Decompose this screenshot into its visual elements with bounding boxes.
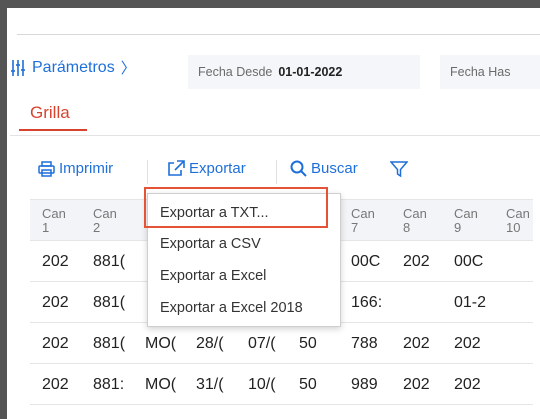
table-cell: 01-2 bbox=[454, 294, 487, 311]
exportar-button[interactable]: Exportar bbox=[167, 160, 246, 177]
table-cell: 50 bbox=[299, 376, 317, 393]
table-cell: 881( bbox=[93, 253, 126, 270]
table-cell: 202 bbox=[403, 335, 430, 352]
column-header[interactable]: Can 1 bbox=[42, 207, 66, 235]
filter-icon bbox=[390, 161, 408, 178]
table-cell: 881( bbox=[93, 335, 126, 352]
column-header[interactable]: Can 2 bbox=[93, 207, 117, 235]
table-cell: 202 bbox=[42, 335, 69, 352]
tab-divider bbox=[10, 135, 540, 136]
table-cell: 00C bbox=[454, 253, 484, 270]
fecha-desde-field[interactable]: Fecha Desde 01-01-2022 bbox=[188, 55, 420, 89]
table-cell: 881( bbox=[93, 294, 126, 311]
table-cell: 202 bbox=[454, 335, 481, 352]
column-header[interactable]: Can 10 bbox=[506, 207, 530, 235]
parametros-label: Parámetros bbox=[32, 58, 115, 76]
column-header[interactable]: Can 8 bbox=[403, 207, 427, 235]
parametros-link[interactable]: Parámetros 〉 bbox=[10, 57, 136, 78]
search-icon bbox=[290, 160, 307, 177]
table-row[interactable]: 202 881( MO( 28/( 07/( 50 788 202 202 bbox=[30, 324, 533, 364]
table-cell: 31/( bbox=[196, 376, 224, 393]
table-row[interactable]: 202 881: MO( 31/( 10/( 50 989 202 202 bbox=[30, 365, 533, 405]
table-cell: 28/( bbox=[196, 335, 224, 352]
chevron-right-icon: 〉 bbox=[120, 60, 136, 77]
fecha-hasta-label: Fecha Has bbox=[450, 65, 511, 79]
table-cell: 00C bbox=[351, 253, 381, 270]
params-bar: Parámetros 〉 Fecha Desde 01-01-2022 Fech… bbox=[10, 55, 540, 89]
tab-grilla[interactable]: Grilla bbox=[30, 103, 70, 123]
table-cell: 202 bbox=[403, 253, 430, 270]
grid-toolbar: Imprimir Exportar Buscar bbox=[30, 160, 530, 184]
table-cell: 202 bbox=[454, 376, 481, 393]
fecha-desde-label: Fecha Desde bbox=[198, 65, 273, 79]
external-link-icon bbox=[168, 160, 185, 176]
table-cell: 10/( bbox=[248, 376, 276, 393]
imprimir-button[interactable]: Imprimir bbox=[38, 160, 113, 177]
fecha-desde-value: 01-01-2022 bbox=[278, 65, 343, 79]
table-cell: 07/( bbox=[248, 335, 276, 352]
table-cell: 788 bbox=[351, 335, 378, 352]
table-cell: 202 bbox=[42, 253, 69, 270]
highlight-box bbox=[144, 187, 328, 228]
buscar-button[interactable]: Buscar bbox=[290, 160, 358, 177]
menu-item-exportar-csv[interactable]: Exportar a CSV bbox=[160, 236, 261, 252]
table-cell: MO( bbox=[145, 376, 177, 393]
filter-button[interactable] bbox=[390, 160, 412, 178]
table-cell: 202 bbox=[42, 294, 69, 311]
table-cell: 989 bbox=[351, 376, 378, 393]
menu-item-exportar-excel[interactable]: Exportar a Excel bbox=[160, 268, 266, 284]
fecha-hasta-field[interactable]: Fecha Has bbox=[440, 55, 540, 89]
table-cell: 881: bbox=[93, 376, 125, 393]
toolbar-separator bbox=[147, 160, 148, 184]
menu-item-exportar-excel-2018[interactable]: Exportar a Excel 2018 bbox=[160, 300, 303, 316]
table-cell: 166: bbox=[351, 294, 383, 311]
buscar-label: Buscar bbox=[311, 160, 358, 177]
table-cell: 50 bbox=[299, 335, 317, 352]
tab-active-indicator bbox=[19, 129, 87, 131]
column-header[interactable]: Can 9 bbox=[454, 207, 478, 235]
table-cell: MO( bbox=[145, 335, 177, 352]
printer-icon bbox=[38, 160, 55, 177]
exportar-label: Exportar bbox=[189, 160, 246, 177]
toolbar-separator bbox=[276, 160, 277, 184]
table-cell: 202 bbox=[403, 376, 430, 393]
imprimir-label: Imprimir bbox=[59, 160, 114, 177]
top-divider bbox=[17, 34, 540, 35]
column-header[interactable]: Can 7 bbox=[351, 207, 375, 235]
table-cell: 202 bbox=[42, 376, 69, 393]
sliders-icon bbox=[11, 59, 25, 76]
